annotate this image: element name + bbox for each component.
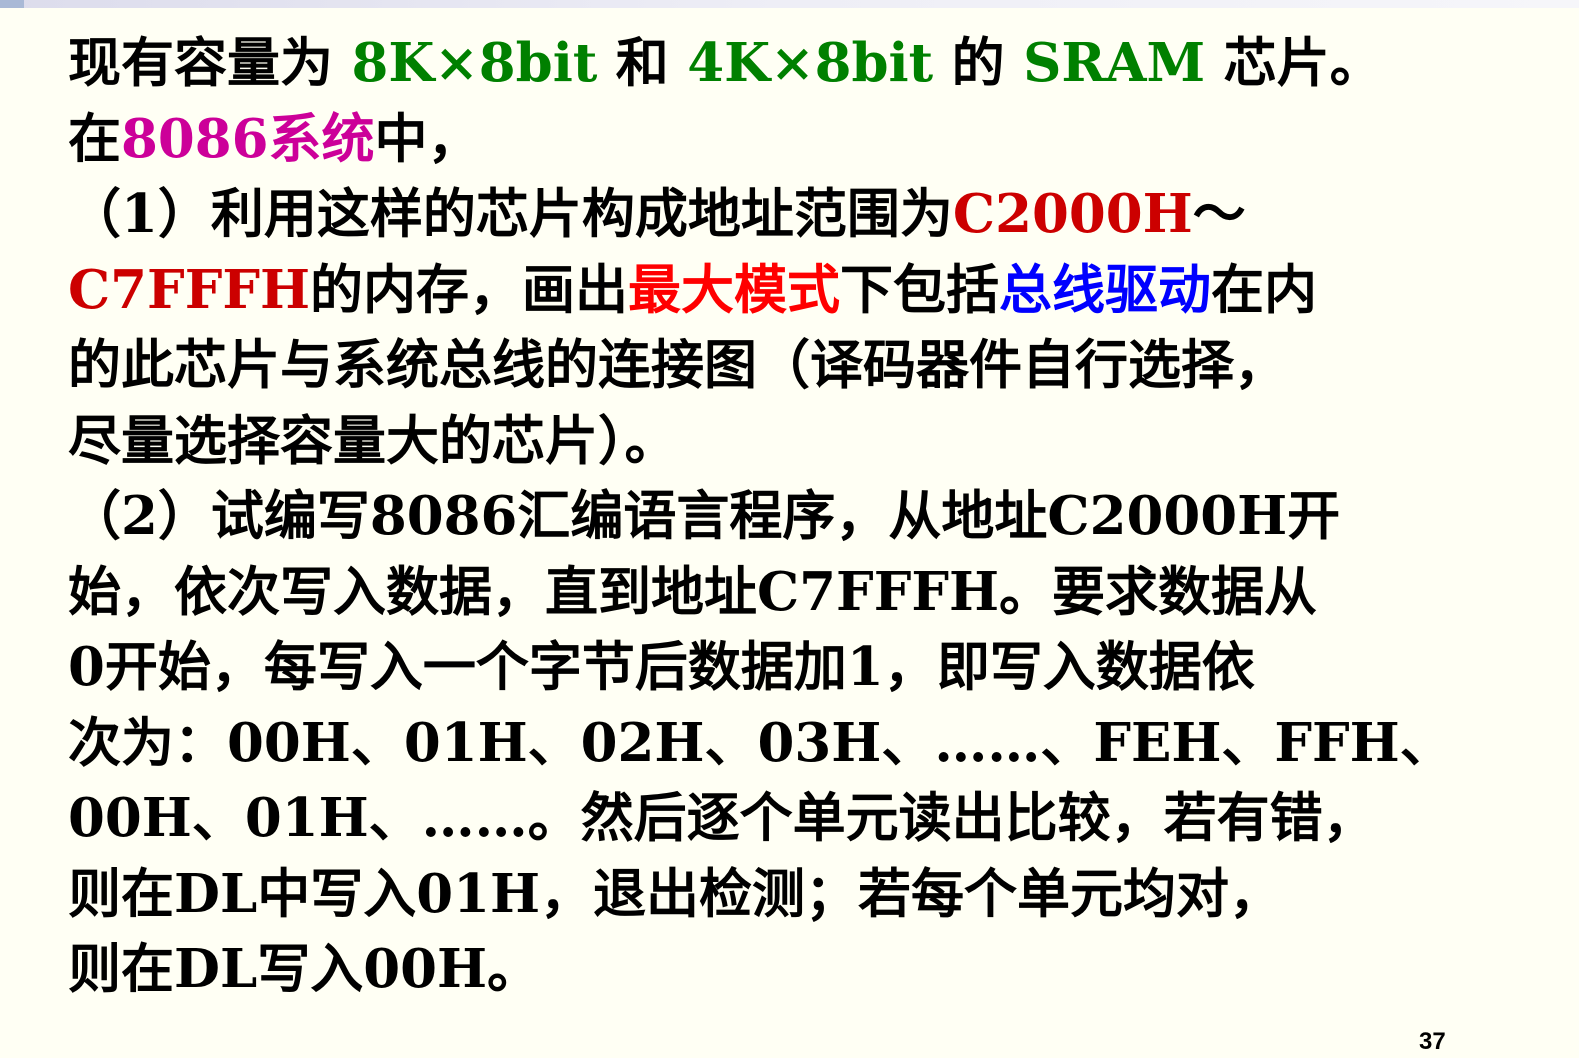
text-line-9: 0开始，每写入一个字节后数据加1，即写入数据依 — [68, 630, 1538, 706]
page-number: 37 — [1419, 1028, 1446, 1055]
highlight-sram: SRAM — [1023, 32, 1206, 94]
text-run: 中， — [374, 107, 481, 170]
text-run: 下包括 — [840, 258, 1000, 321]
text-run: 则在DL写入00H。 — [68, 938, 541, 1000]
text-line-3: （1）利用这样的芯片构成地址范围为C2000H～ — [68, 177, 1538, 253]
highlight-8086-system: 8086系统 — [121, 107, 375, 170]
slide-body: 现有容量为 8K×8bit 和 4K×8bit 的 SRAM 芯片。 在8086… — [68, 26, 1538, 1008]
text-line-12: 则在DL中写入01H，退出检测；若每个单元均对， — [68, 857, 1538, 933]
text-line-6: 尽量选择容量大的芯片）。 — [68, 404, 1538, 480]
text-run: 芯片。 — [1205, 32, 1383, 94]
text-run: 次为：00H、01H、02H、03H、……、FEH、FFH、 — [68, 711, 1453, 774]
highlight-chip-size-8k: 8K×8bit — [351, 32, 598, 94]
text-run: 则在DL中写入01H，退出检测；若每个单元均对， — [68, 862, 1283, 925]
text-run: 的内存，画出 — [310, 258, 629, 321]
text-line-4: C7FFFH的内存，画出最大模式下包括总线驱动在内 — [68, 253, 1538, 329]
highlight-max-mode: 最大模式 — [628, 258, 841, 321]
text-run: 现有容量为 — [68, 32, 352, 94]
text-run: （1）利用这样的芯片构成地址范围为 — [68, 183, 953, 245]
text-run: 的此芯片与系统总线的连接图（译码器件自行选择， — [68, 334, 1287, 396]
text-run: （2）试编写8086汇编语言程序，从地址C2000H开 — [68, 485, 1341, 547]
text-run: 0开始，每写入一个字节后数据加1，即写入数据依 — [68, 636, 1255, 698]
text-run: 在内 — [1211, 258, 1318, 321]
highlight-chip-size-4k: 4K×8bit — [687, 32, 934, 94]
highlight-end-address: C7FFFH — [68, 258, 311, 321]
text-run: 尽量选择容量大的芯片）。 — [68, 409, 678, 472]
text-line-2: 在8086系统中， — [68, 102, 1538, 178]
text-line-8: 始，依次写入数据，直到地址C7FFFH。要求数据从 — [68, 555, 1538, 631]
text-line-13: 则在DL写入00H。 — [68, 932, 1538, 1008]
text-line-10: 次为：00H、01H、02H、03H、……、FEH、FFH、 — [68, 706, 1538, 782]
text-run: ～ — [1192, 183, 1246, 245]
text-run: 的 — [933, 32, 1024, 94]
highlight-bus-driver: 总线驱动 — [999, 258, 1212, 321]
text-line-11: 00H、01H、……。然后逐个单元读出比较，若有错， — [68, 781, 1538, 857]
corner-mark — [0, 0, 24, 8]
text-run: 和 — [597, 32, 688, 94]
text-line-5: 的此芯片与系统总线的连接图（译码器件自行选择， — [68, 328, 1538, 404]
text-run: 始，依次写入数据，直到地址C7FFFH。要求数据从 — [68, 560, 1318, 623]
text-line-7: （2）试编写8086汇编语言程序，从地址C2000H开 — [68, 479, 1538, 555]
text-run: 在 — [68, 107, 121, 170]
slide: 现有容量为 8K×8bit 和 4K×8bit 的 SRAM 芯片。 在8086… — [0, 0, 1579, 1058]
text-run: 00H、01H、……。然后逐个单元读出比较，若有错， — [68, 787, 1376, 849]
top-strip — [0, 0, 1579, 8]
highlight-start-address: C2000H — [952, 183, 1193, 245]
text-line-1: 现有容量为 8K×8bit 和 4K×8bit 的 SRAM 芯片。 — [68, 26, 1538, 102]
